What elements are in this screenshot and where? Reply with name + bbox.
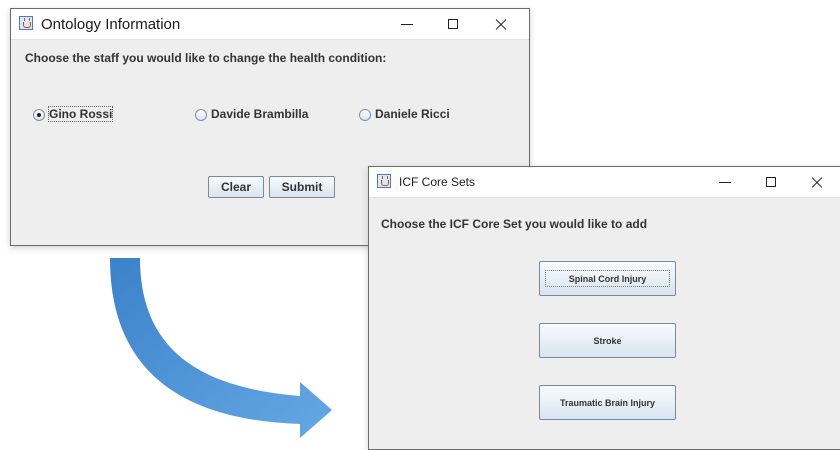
submit-button[interactable]: Submit	[269, 176, 335, 198]
traumatic-brain-injury-button[interactable]: Traumatic Brain Injury	[539, 385, 676, 420]
maximize-icon[interactable]	[749, 167, 793, 197]
icf-titlebar[interactable]: ICF Core Sets	[369, 167, 840, 198]
java-cup-icon	[19, 16, 33, 30]
clear-button[interactable]: Clear	[208, 176, 264, 198]
icf-core-sets-window: ICF Core Sets Choose the ICF Core Set yo…	[368, 166, 840, 450]
ontology-titlebar[interactable]: Ontology Information	[11, 9, 529, 40]
maximize-icon[interactable]	[431, 9, 475, 39]
radio-circle	[33, 109, 45, 121]
minimize-icon[interactable]	[703, 167, 747, 197]
close-icon[interactable]	[795, 167, 839, 197]
stroke-button[interactable]: Stroke	[539, 323, 676, 358]
radio-circle	[195, 109, 207, 121]
java-cup-icon	[377, 174, 391, 188]
button-label: Traumatic Brain Injury	[559, 397, 656, 408]
icf-window-title: ICF Core Sets	[399, 175, 476, 189]
staff-prompt-label: Choose the staff you would like to chang…	[25, 51, 387, 65]
close-icon[interactable]	[479, 9, 523, 39]
button-label: Stroke	[593, 335, 622, 346]
spinal-cord-injury-button[interactable]: Spinal Cord Injury	[539, 261, 676, 296]
radio-label: Davide Brambilla	[211, 107, 309, 121]
ontology-window-title: Ontology Information	[41, 16, 181, 33]
minimize-icon[interactable]	[385, 9, 429, 39]
radio-label: Gino Rossi	[47, 106, 114, 122]
icf-prompt-label: Choose the ICF Core Set you would like t…	[381, 217, 648, 231]
radio-label: Daniele Ricci	[375, 107, 450, 121]
radio-circle	[359, 109, 371, 121]
button-label: Spinal Cord Injury	[568, 273, 647, 284]
